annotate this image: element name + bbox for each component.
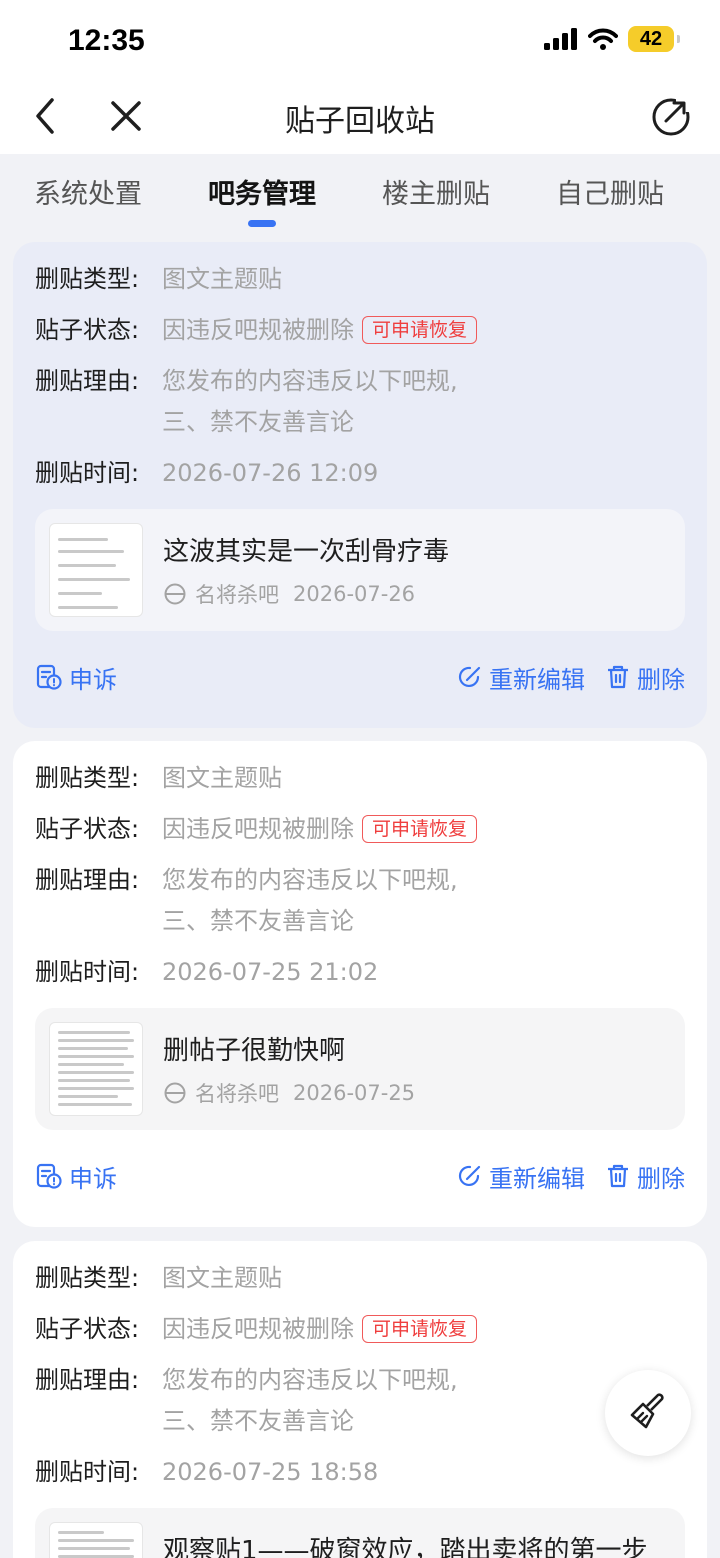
appeal-label: 申诉 <box>69 1164 117 1193</box>
reason-rule: 三、禁不友善言论 <box>162 1407 354 1435</box>
delete-button[interactable]: 删除 <box>605 660 685 695</box>
status-value: 因违反吧规被删除 <box>162 1315 354 1343</box>
broom-icon <box>630 1393 664 1429</box>
reason-rule: 三、禁不友善言论 <box>162 907 354 935</box>
status-bar: 12:35 42 <box>0 0 720 80</box>
time-label: 删贴时间: <box>35 958 140 986</box>
reason-row: 删贴理由: 您发布的内容违反以下吧规, 三、禁不友善言论 <box>35 865 685 936</box>
bar-icon <box>164 1082 186 1104</box>
status-row: 贴子状态: 因违反吧规被删除 可申请恢复 <box>35 315 685 345</box>
reason-label: 删贴理由: <box>35 1366 140 1394</box>
post-title: 观察贴1——破窗效应，踏出卖将的第一步 <box>163 1536 648 1558</box>
status-label: 贴子状态: <box>35 815 140 843</box>
tab-bar: 系统处置 吧务管理 楼主删贴 自己删贴 <box>0 154 720 234</box>
time-row: 删贴时间: 2026-07-26 12:09 <box>35 458 685 488</box>
type-label: 删贴类型: <box>35 1264 140 1292</box>
time-row: 删贴时间: 2026-07-25 18:58 <box>35 1457 685 1487</box>
type-label: 删贴类型: <box>35 265 140 293</box>
time-value: 2026-07-25 18:58 <box>162 1458 379 1486</box>
reason-line: 您发布的内容违反以下吧规, <box>162 367 458 395</box>
status-label: 贴子状态: <box>35 316 140 344</box>
record-card: 删贴类型: 图文主题贴 贴子状态: 因违反吧规被删除 可申请恢复 删贴理由: 您发… <box>13 242 707 728</box>
post-date: 2026-07-25 <box>293 1081 416 1105</box>
post-preview[interactable]: 观察贴1——破窗效应，踏出卖将的第一步 <box>35 1508 685 1558</box>
delete-label: 删除 <box>637 1164 685 1193</box>
nav-bar: 贴子回收站 <box>0 80 720 154</box>
type-value: 图文主题贴 <box>162 764 282 792</box>
reason-line: 您发布的内容违反以下吧规, <box>162 866 458 894</box>
appeal-label: 申诉 <box>69 665 117 694</box>
type-label: 删贴类型: <box>35 764 140 792</box>
reason-row: 删贴理由: 您发布的内容违反以下吧规, 三、禁不友善言论 <box>35 1365 685 1436</box>
signal-icon <box>544 28 577 50</box>
trash-icon <box>608 665 628 689</box>
time-row: 删贴时间: 2026-07-25 21:02 <box>35 957 685 987</box>
post-title: 这波其实是一次刮骨疗毒 <box>163 537 450 567</box>
reason-rule: 三、禁不友善言论 <box>162 408 354 436</box>
type-value: 图文主题贴 <box>162 1264 282 1292</box>
restore-badge[interactable]: 可申请恢复 <box>362 1315 478 1343</box>
status-value: 因违反吧规被删除 <box>162 316 354 344</box>
time-value: 2026-07-25 21:02 <box>162 958 379 986</box>
restore-badge[interactable]: 可申请恢复 <box>362 316 478 344</box>
appeal-button[interactable]: 申诉 <box>35 1159 117 1194</box>
tab-system[interactable]: 系统处置 <box>2 154 174 234</box>
bar-icon <box>164 583 186 605</box>
type-row: 删贴类型: 图文主题贴 <box>35 264 685 294</box>
tab-self-deleted[interactable]: 自己删贴 <box>524 154 696 234</box>
post-preview[interactable]: 删帖子很勤快啊 名将杀吧 2026-07-25 <box>35 1008 685 1130</box>
post-thumbnail <box>49 523 143 617</box>
share-icon[interactable] <box>650 96 692 138</box>
battery-level: 42 <box>639 27 663 50</box>
post-meta: 名将杀吧 2026-07-26 <box>163 579 415 609</box>
delete-label: 删除 <box>637 665 685 694</box>
post-thumbnail <box>49 1522 143 1558</box>
battery-indicator: 42 <box>628 26 680 52</box>
post-title: 删帖子很勤快啊 <box>163 1036 346 1066</box>
time-label: 删贴时间: <box>35 1458 140 1486</box>
card-actions: 申诉 重新编辑 删除 <box>35 631 685 723</box>
edit-icon <box>458 666 481 688</box>
record-card: 删贴类型: 图文主题贴 贴子状态: 因违反吧规被删除 可申请恢复 删贴理由: 您发… <box>13 741 707 1227</box>
reedit-button[interactable]: 重新编辑 <box>457 660 585 695</box>
cleanup-button[interactable] <box>605 1370 691 1456</box>
reason-label: 删贴理由: <box>35 367 140 395</box>
type-value: 图文主题贴 <box>162 265 282 293</box>
status-row: 贴子状态: 因违反吧规被删除 可申请恢复 <box>35 814 685 844</box>
reedit-label: 重新编辑 <box>489 665 585 694</box>
reason-label: 删贴理由: <box>35 866 140 894</box>
reedit-label: 重新编辑 <box>489 1164 585 1193</box>
tab-bar-admin[interactable]: 吧务管理 <box>176 154 348 234</box>
trash-icon <box>608 1164 628 1188</box>
reedit-button[interactable]: 重新编辑 <box>457 1159 585 1194</box>
status-icons: 42 <box>544 26 680 52</box>
post-thumbnail <box>49 1022 143 1116</box>
reason-line: 您发布的内容违反以下吧规, <box>162 1366 458 1394</box>
type-row: 删贴类型: 图文主题贴 <box>35 763 685 793</box>
restore-badge[interactable]: 可申请恢复 <box>362 815 478 843</box>
appeal-button[interactable]: 申诉 <box>35 660 117 695</box>
post-bar-name: 名将杀吧 <box>195 583 279 607</box>
post-bar-name: 名将杀吧 <box>195 1082 279 1106</box>
card-actions: 申诉 重新编辑 删除 <box>35 1130 685 1222</box>
status-row: 贴子状态: 因违反吧规被删除 可申请恢复 <box>35 1314 685 1344</box>
post-preview[interactable]: 这波其实是一次刮骨疗毒 名将杀吧 2026-07-26 <box>35 509 685 631</box>
time-label: 删贴时间: <box>35 459 140 487</box>
wifi-icon <box>588 28 618 50</box>
delete-button[interactable]: 删除 <box>605 1159 685 1194</box>
edit-icon <box>458 1165 481 1187</box>
status-value: 因违反吧规被删除 <box>162 815 354 843</box>
appeal-icon <box>36 664 62 690</box>
record-card: 删贴类型: 图文主题贴 贴子状态: 因违反吧规被删除 可申请恢复 删贴理由: 您发… <box>13 1241 707 1558</box>
type-row: 删贴类型: 图文主题贴 <box>35 1263 685 1293</box>
status-label: 贴子状态: <box>35 1315 140 1343</box>
post-date: 2026-07-26 <box>293 582 416 606</box>
reason-row: 删贴理由: 您发布的内容违反以下吧规, 三、禁不友善言论 <box>35 366 685 437</box>
time-value: 2026-07-26 12:09 <box>162 459 379 487</box>
clock: 12:35 <box>68 24 145 57</box>
tab-op-deleted[interactable]: 楼主删贴 <box>350 154 522 234</box>
page-title: 贴子回收站 <box>285 104 435 139</box>
appeal-icon <box>36 1163 62 1189</box>
post-meta: 名将杀吧 2026-07-25 <box>163 1078 415 1108</box>
